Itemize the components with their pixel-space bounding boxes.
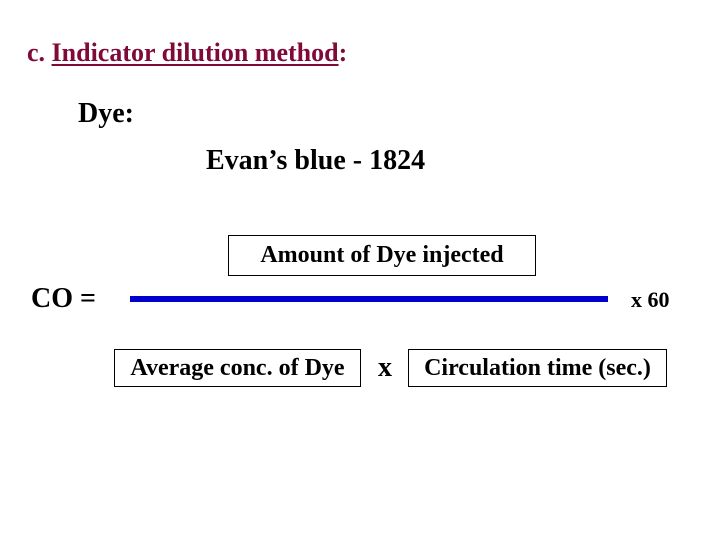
formula-denominator-left: Average conc. of Dye [114,349,361,387]
fraction-line [130,296,608,302]
dye-name: Evan’s blue - 1824 [206,145,426,176]
formula-multiplier: x 60 [631,287,670,312]
formula-lhs: CO = [31,283,96,314]
dye-label: Dye: [78,98,134,129]
title-suffix: : [338,38,348,67]
title-prefix: c. [27,38,52,67]
formula-denominator-right: Circulation time (sec.) [408,349,667,387]
formula-numerator: Amount of Dye injected [228,235,536,276]
title-main: Indicator dilution method [51,38,339,67]
denominator-right-text: Circulation time (sec.) [424,354,651,381]
formula-operator: x [378,352,392,383]
numerator-text: Amount of Dye injected [260,242,504,268]
denominator-left-text: Average conc. of Dye [130,354,345,381]
slide-title: c. Indicator dilution method: [27,38,347,68]
